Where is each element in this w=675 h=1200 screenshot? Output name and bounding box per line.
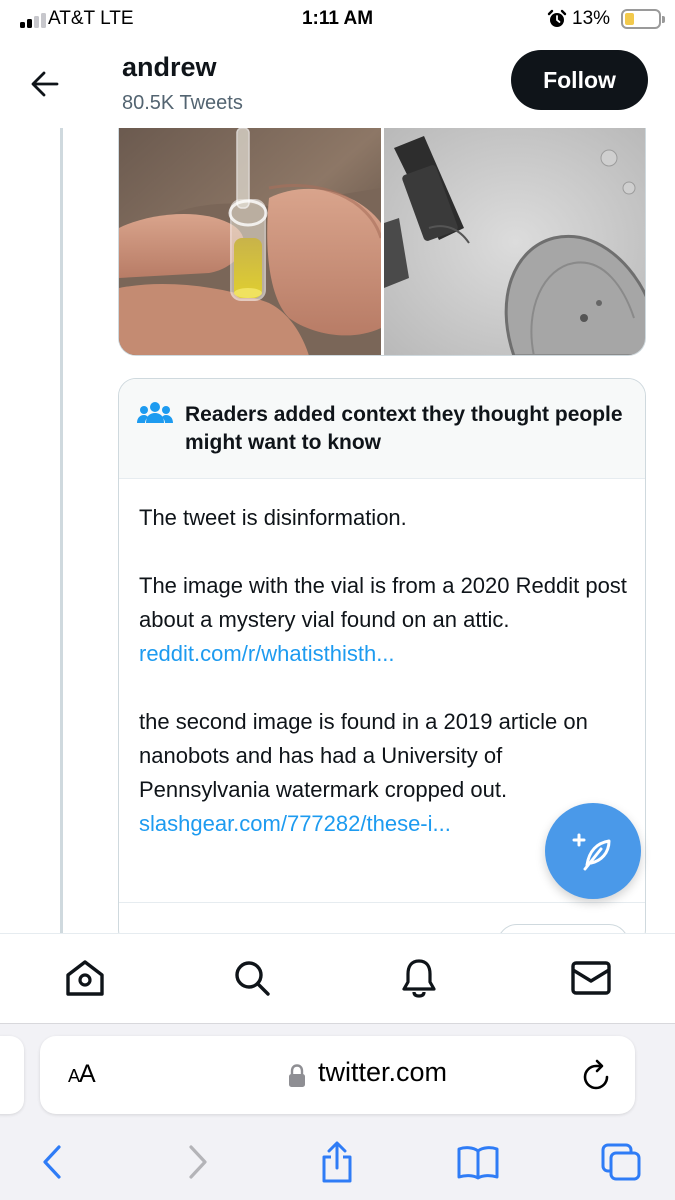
battery-icon — [621, 9, 665, 29]
safari-toolbar: AA twitter.com — [0, 1023, 675, 1200]
community-note-header: Readers added context they thought peopl… — [119, 379, 645, 479]
share-icon — [322, 1141, 352, 1183]
profile-name: andrew — [122, 52, 217, 82]
tab-search[interactable] — [230, 956, 274, 1000]
tab-notifications[interactable] — [397, 956, 441, 1000]
battery-percent: 13% — [572, 8, 611, 29]
forward-chevron-icon — [189, 1145, 207, 1179]
safari-bookmarks-button[interactable] — [456, 1140, 500, 1184]
reload-icon[interactable] — [580, 1058, 612, 1092]
slashgear-link[interactable]: slashgear.com/777282/these-i... — [139, 811, 451, 836]
home-icon — [66, 960, 104, 996]
vial-photo[interactable] — [119, 128, 381, 356]
text-size-button[interactable]: AA — [68, 1060, 96, 1089]
search-icon — [235, 961, 270, 996]
safari-back-button[interactable] — [30, 1140, 74, 1184]
bottom-tab-bar — [0, 933, 675, 1023]
notifications-bell-icon — [402, 959, 436, 998]
people-icon — [137, 402, 173, 423]
previous-tab-edge[interactable] — [0, 1036, 24, 1114]
alarm-icon — [547, 9, 567, 27]
back-chevron-icon — [43, 1145, 61, 1179]
lock-icon — [289, 1064, 305, 1087]
tab-home[interactable] — [63, 956, 107, 1000]
messages-envelope-icon — [571, 961, 611, 995]
tweet-count: 80.5K Tweets — [122, 92, 243, 114]
tab-messages[interactable] — [569, 956, 613, 1000]
note-paragraph: The image with the vial is from a 2020 R… — [139, 573, 627, 666]
follow-button[interactable]: Follow — [511, 50, 648, 110]
profile-header: andrew 80.5K Tweets Follow — [0, 38, 675, 128]
compose-button[interactable] — [545, 803, 641, 899]
battery-level — [625, 13, 634, 25]
arrow-left-icon — [31, 71, 59, 97]
community-note-title: Readers added context they thought peopl… — [185, 403, 623, 454]
reddit-link[interactable]: reddit.com/r/whatisthisth... — [139, 641, 395, 666]
bookmarks-book-icon — [457, 1146, 499, 1180]
tweet-media-grid — [118, 128, 646, 356]
tabs-icon — [601, 1143, 641, 1181]
back-button[interactable] — [20, 62, 70, 106]
thread-line — [60, 128, 63, 933]
note-divider — [119, 902, 645, 903]
address-bar[interactable]: AA twitter.com — [40, 1036, 635, 1114]
compose-feather-icon — [572, 833, 611, 871]
note-paragraph: The tweet is disinformation. — [139, 505, 407, 530]
safari-share-button[interactable] — [315, 1140, 359, 1184]
url-text: twitter.com — [318, 1057, 448, 1087]
safari-tabs-button[interactable] — [599, 1140, 643, 1184]
safari-forward-button[interactable] — [176, 1140, 220, 1184]
status-bar: AT&T LTE 1:11 AM 13% — [0, 0, 675, 38]
microscope-photo[interactable] — [384, 128, 646, 356]
